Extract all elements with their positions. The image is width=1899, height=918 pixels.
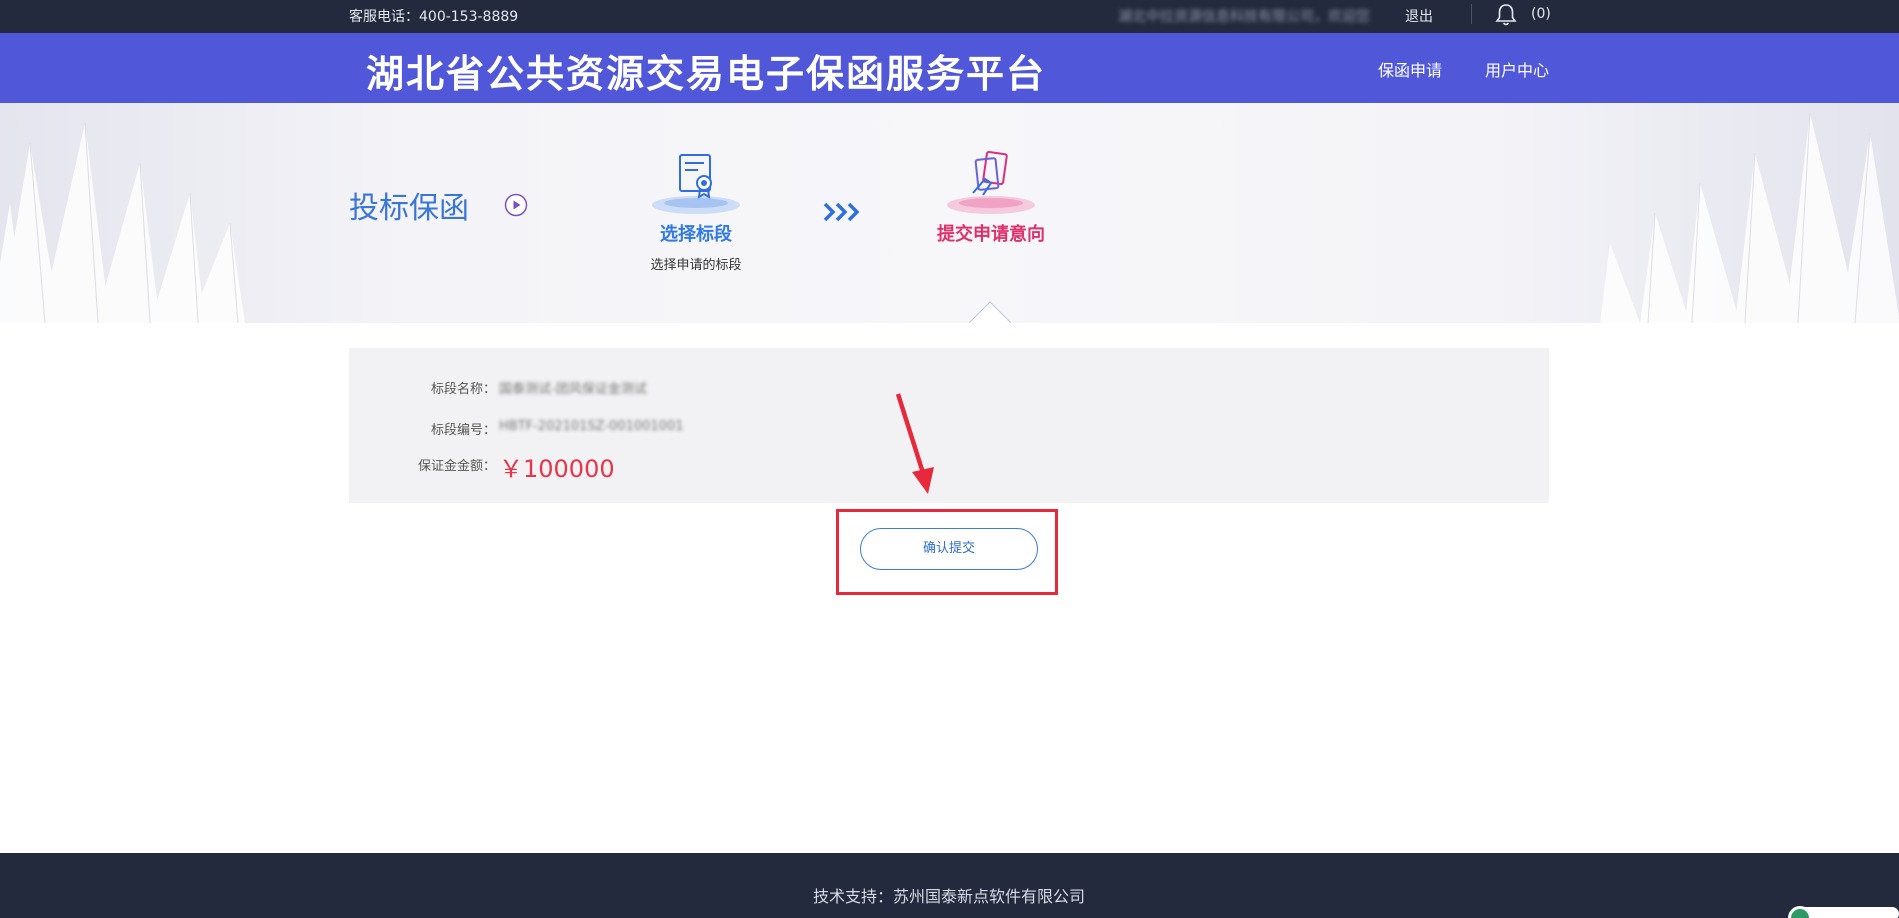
top-bar: 客服电话：400-153-8889 湖北中拉资源信息科技有限公司，欢迎您 退出 … bbox=[0, 0, 1899, 33]
notification-count[interactable]: (0) bbox=[1531, 6, 1551, 22]
certificate-icon bbox=[646, 147, 746, 217]
play-circle-icon[interactable] bbox=[504, 193, 528, 217]
info-label: 标段编号： bbox=[430, 423, 496, 438]
nav-guarantee-apply[interactable]: 保函申请 bbox=[1378, 57, 1442, 81]
step-label: 选择标段 bbox=[660, 224, 732, 245]
info-label: 保证金金额： bbox=[417, 459, 496, 474]
section-info-panel: 标段名称： 国泰测试-团风保证金测试 标段编号： HBTF-202101SZ-0… bbox=[349, 348, 1549, 503]
section-title: 投标保函 bbox=[349, 191, 469, 226]
tech-support-text: 技术支持：苏州国泰新点软件有限公司 bbox=[813, 887, 1086, 906]
document-hand-icon bbox=[941, 147, 1041, 217]
banner-decoration-right bbox=[1600, 112, 1899, 323]
annotation-arrow-icon bbox=[895, 393, 934, 494]
process-banner: 投标保函 选择标段 选择申请的标段 提交申请意向 bbox=[0, 103, 1899, 323]
service-phone: 客服电话：400-153-8889 bbox=[349, 9, 519, 25]
amount-wrapper: ￥100000 bbox=[499, 455, 615, 490]
bell-icon[interactable] bbox=[1495, 3, 1517, 27]
info-value: HBTF-202101SZ-001001001 bbox=[499, 419, 684, 434]
confirm-submit-button[interactable]: 确认提交 bbox=[860, 528, 1038, 570]
chat-widget-icon[interactable] bbox=[1780, 905, 1899, 918]
step-select-section: 选择标段 选择申请的标段 bbox=[640, 147, 752, 273]
logout-link[interactable]: 退出 bbox=[1405, 6, 1433, 26]
nav-user-center[interactable]: 用户中心 bbox=[1485, 57, 1549, 81]
step-submit-intent: 提交申请意向 bbox=[925, 147, 1057, 246]
site-footer: 技术支持：苏州国泰新点软件有限公司 bbox=[0, 853, 1899, 918]
step-label: 提交申请意向 bbox=[937, 224, 1045, 245]
deposit-amount: ￥100000 bbox=[499, 455, 615, 483]
step-description: 选择申请的标段 bbox=[650, 258, 742, 273]
active-step-pointer bbox=[969, 301, 1011, 323]
step-arrows-icon bbox=[823, 202, 860, 222]
site-title: 湖北省公共资源交易电子保函服务平台 bbox=[366, 52, 1047, 96]
welcome-text: 湖北中拉资源信息科技有限公司，欢迎您 bbox=[1118, 9, 1370, 25]
info-value: 国泰测试-团风保证金测试 bbox=[499, 382, 647, 397]
info-label: 标段名称： bbox=[430, 382, 496, 397]
topbar-divider bbox=[1471, 4, 1472, 24]
site-header: 湖北省公共资源交易电子保函服务平台 保函申请 用户中心 bbox=[0, 33, 1899, 103]
